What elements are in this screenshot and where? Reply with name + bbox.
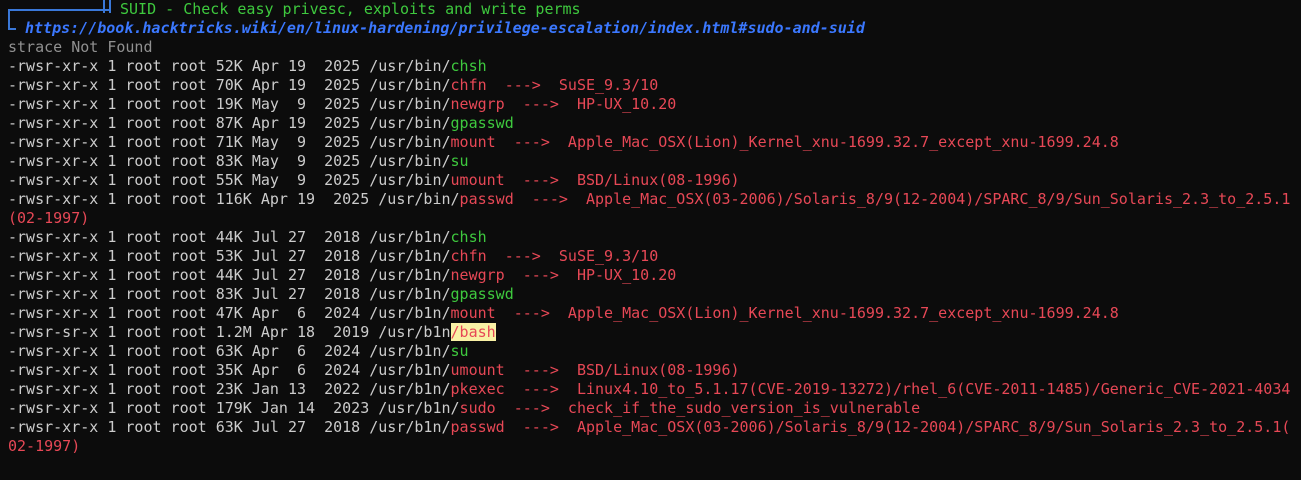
exploit-hint-wrap: (02-1997): [8, 209, 90, 227]
strace-notice: strace Not Found: [8, 38, 153, 56]
exploit-hint: ---> Apple_Mac_OSX(Lion)_Kernel_xnu-1699…: [495, 304, 1119, 322]
file-name: mount: [450, 304, 496, 322]
file-metadata: -rwsr-xr-x 1 root root 87K Apr 19 2025 /…: [8, 114, 451, 132]
file-name: su: [450, 152, 469, 170]
file-metadata: -rwsr-xr-x 1 root root 63K Jul 27 2018 /…: [8, 418, 451, 436]
file-metadata: -rwsr-xr-x 1 root root 44K Jul 27 2018 /…: [8, 266, 451, 284]
suid-row: -rwsr-xr-x 1 root root 19K May 9 2025 /u…: [8, 95, 1301, 114]
file-metadata: -rwsr-sr-x 1 root root 1.2M Apr 18 2019 …: [8, 323, 451, 341]
exploit-hint: ---> BSD/Linux(08-1996): [504, 361, 740, 379]
file-name: umount: [450, 361, 505, 379]
suid-row: -rwsr-xr-x 1 root root 70K Apr 19 2025 /…: [8, 76, 1301, 95]
exploit-hint-wrap: 02-1997): [8, 437, 81, 455]
file-name: newgrp: [450, 266, 505, 284]
exploit-hint: ---> HP-UX_10.20: [504, 266, 677, 284]
file-name: passwd: [459, 190, 514, 208]
suid-row: -rwsr-xr-x 1 root root 52K Apr 19 2025 /…: [8, 57, 1301, 76]
file-metadata: -rwsr-xr-x 1 root root 179K Jan 14 2023 …: [8, 399, 460, 417]
exploit-hint: ---> check_if_the_sudo_version_is_vulner…: [495, 399, 921, 417]
suid-row: -rwsr-xr-x 1 root root 71K May 9 2025 /u…: [8, 133, 1301, 152]
exploit-hint: ---> Apple_Mac_OSX(Lion)_Kernel_xnu-1699…: [495, 133, 1119, 151]
file-name: gpasswd: [450, 114, 514, 132]
file-metadata: -rwsr-xr-x 1 root root 71K May 9 2025 /u…: [8, 133, 451, 151]
file-metadata: -rwsr-xr-x 1 root root 70K Apr 19 2025 /…: [8, 76, 451, 94]
suid-row: -rwsr-xr-x 1 root root 87K Apr 19 2025 /…: [8, 114, 1301, 133]
box-drawing-corner-icon: [8, 19, 16, 38]
file-name: passwd: [450, 418, 505, 436]
file-name: su: [450, 342, 469, 360]
suid-row: -rwsr-xr-x 1 root root 55K May 9 2025 /u…: [8, 171, 1301, 190]
exploit-hint: ---> HP-UX_10.20: [504, 95, 677, 113]
section-title: SUID - Check easy privesc, exploits and …: [120, 0, 581, 18]
section-url[interactable]: https://book.hacktricks.wiki/en/linux-ha…: [16, 19, 865, 37]
file-name: gpasswd: [450, 285, 514, 303]
suid-file-list: -rwsr-xr-x 1 root root 52K Apr 19 2025 /…: [8, 57, 1301, 456]
suid-row: -rwsr-xr-x 1 root root 44K Jul 27 2018 /…: [8, 266, 1301, 285]
suid-row: -rwsr-xr-x 1 root root 23K Jan 13 2022 /…: [8, 380, 1301, 399]
exploit-hint: ---> BSD/Linux(08-1996): [504, 171, 740, 189]
file-name: /bash: [450, 323, 496, 341]
suid-row: -rwsr-xr-x 1 root root 35K Apr 6 2024 /u…: [8, 361, 1301, 380]
file-name: chfn: [450, 247, 487, 265]
suid-row: -rwsr-sr-x 1 root root 1.2M Apr 18 2019 …: [8, 323, 1301, 342]
suid-row: -rwsr-xr-x 1 root root 179K Jan 14 2023 …: [8, 399, 1301, 418]
suid-row: -rwsr-xr-x 1 root root 83K Jul 27 2018 /…: [8, 285, 1301, 304]
file-name: chfn: [450, 76, 487, 94]
file-name: pkexec: [450, 380, 505, 398]
exploit-hint: ---> SuSE_9.3/10: [486, 76, 659, 94]
file-name: newgrp: [450, 95, 505, 113]
file-name: sudo: [459, 399, 496, 417]
file-metadata: -rwsr-xr-x 1 root root 23K Jan 13 2022 /…: [8, 380, 451, 398]
file-metadata: -rwsr-xr-x 1 root root 47K Apr 6 2024 /u…: [8, 304, 451, 322]
suid-row: -rwsr-xr-x 1 root root 116K Apr 19 2025 …: [8, 190, 1301, 209]
exploit-hint: ---> Linux4.10_to_5.1.17(CVE-2019-13272)…: [504, 380, 1291, 398]
file-metadata: -rwsr-xr-x 1 root root 44K Jul 27 2018 /…: [8, 228, 451, 246]
file-name: umount: [450, 171, 505, 189]
suid-row: -rwsr-xr-x 1 root root 63K Apr 6 2024 /u…: [8, 342, 1301, 361]
suid-row: -rwsr-xr-x 1 root root 83K May 9 2025 /u…: [8, 152, 1301, 171]
section-header: SUID - Check easy privesc, exploits and …: [8, 0, 1301, 19]
exploit-hint: ---> Apple_Mac_OSX(03-2006)/Solaris_8/9(…: [513, 190, 1291, 208]
suid-row: -rwsr-xr-x 1 root root 53K Jul 27 2018 /…: [8, 247, 1301, 266]
next-section-header-partial: [8, 475, 1301, 480]
file-metadata: -rwsr-xr-x 1 root root 83K May 9 2025 /u…: [8, 152, 451, 170]
file-metadata: -rwsr-xr-x 1 root root 116K Apr 19 2025 …: [8, 190, 460, 208]
file-metadata: -rwsr-xr-x 1 root root 83K Jul 27 2018 /…: [8, 285, 451, 303]
file-metadata: -rwsr-xr-x 1 root root 35K Apr 6 2024 /u…: [8, 361, 451, 379]
file-name: chsh: [450, 57, 487, 75]
file-metadata: -rwsr-xr-x 1 root root 55K May 9 2025 /u…: [8, 171, 451, 189]
file-name: chsh: [450, 228, 487, 246]
suid-row: -rwsr-xr-x 1 root root 63K Jul 27 2018 /…: [8, 418, 1301, 437]
file-metadata: -rwsr-xr-x 1 root root 53K Jul 27 2018 /…: [8, 247, 451, 265]
box-drawing-bracket-icon: [8, 0, 111, 19]
file-name: mount: [450, 133, 496, 151]
exploit-hint: ---> SuSE_9.3/10: [486, 247, 659, 265]
file-metadata: -rwsr-xr-x 1 root root 52K Apr 19 2025 /…: [8, 57, 451, 75]
suid-row: -rwsr-xr-x 1 root root 47K Apr 6 2024 /u…: [8, 304, 1301, 323]
file-metadata: -rwsr-xr-x 1 root root 63K Apr 6 2024 /u…: [8, 342, 451, 360]
file-metadata: -rwsr-xr-x 1 root root 19K May 9 2025 /u…: [8, 95, 451, 113]
terminal-window[interactable]: SUID - Check easy privesc, exploits and …: [0, 0, 1301, 480]
suid-row: -rwsr-xr-x 1 root root 44K Jul 27 2018 /…: [8, 228, 1301, 247]
exploit-hint: ---> Apple_Mac_OSX(03-2006)/Solaris_8/9(…: [504, 418, 1291, 436]
section-url-line: https://book.hacktricks.wiki/en/linux-ha…: [8, 19, 1301, 38]
